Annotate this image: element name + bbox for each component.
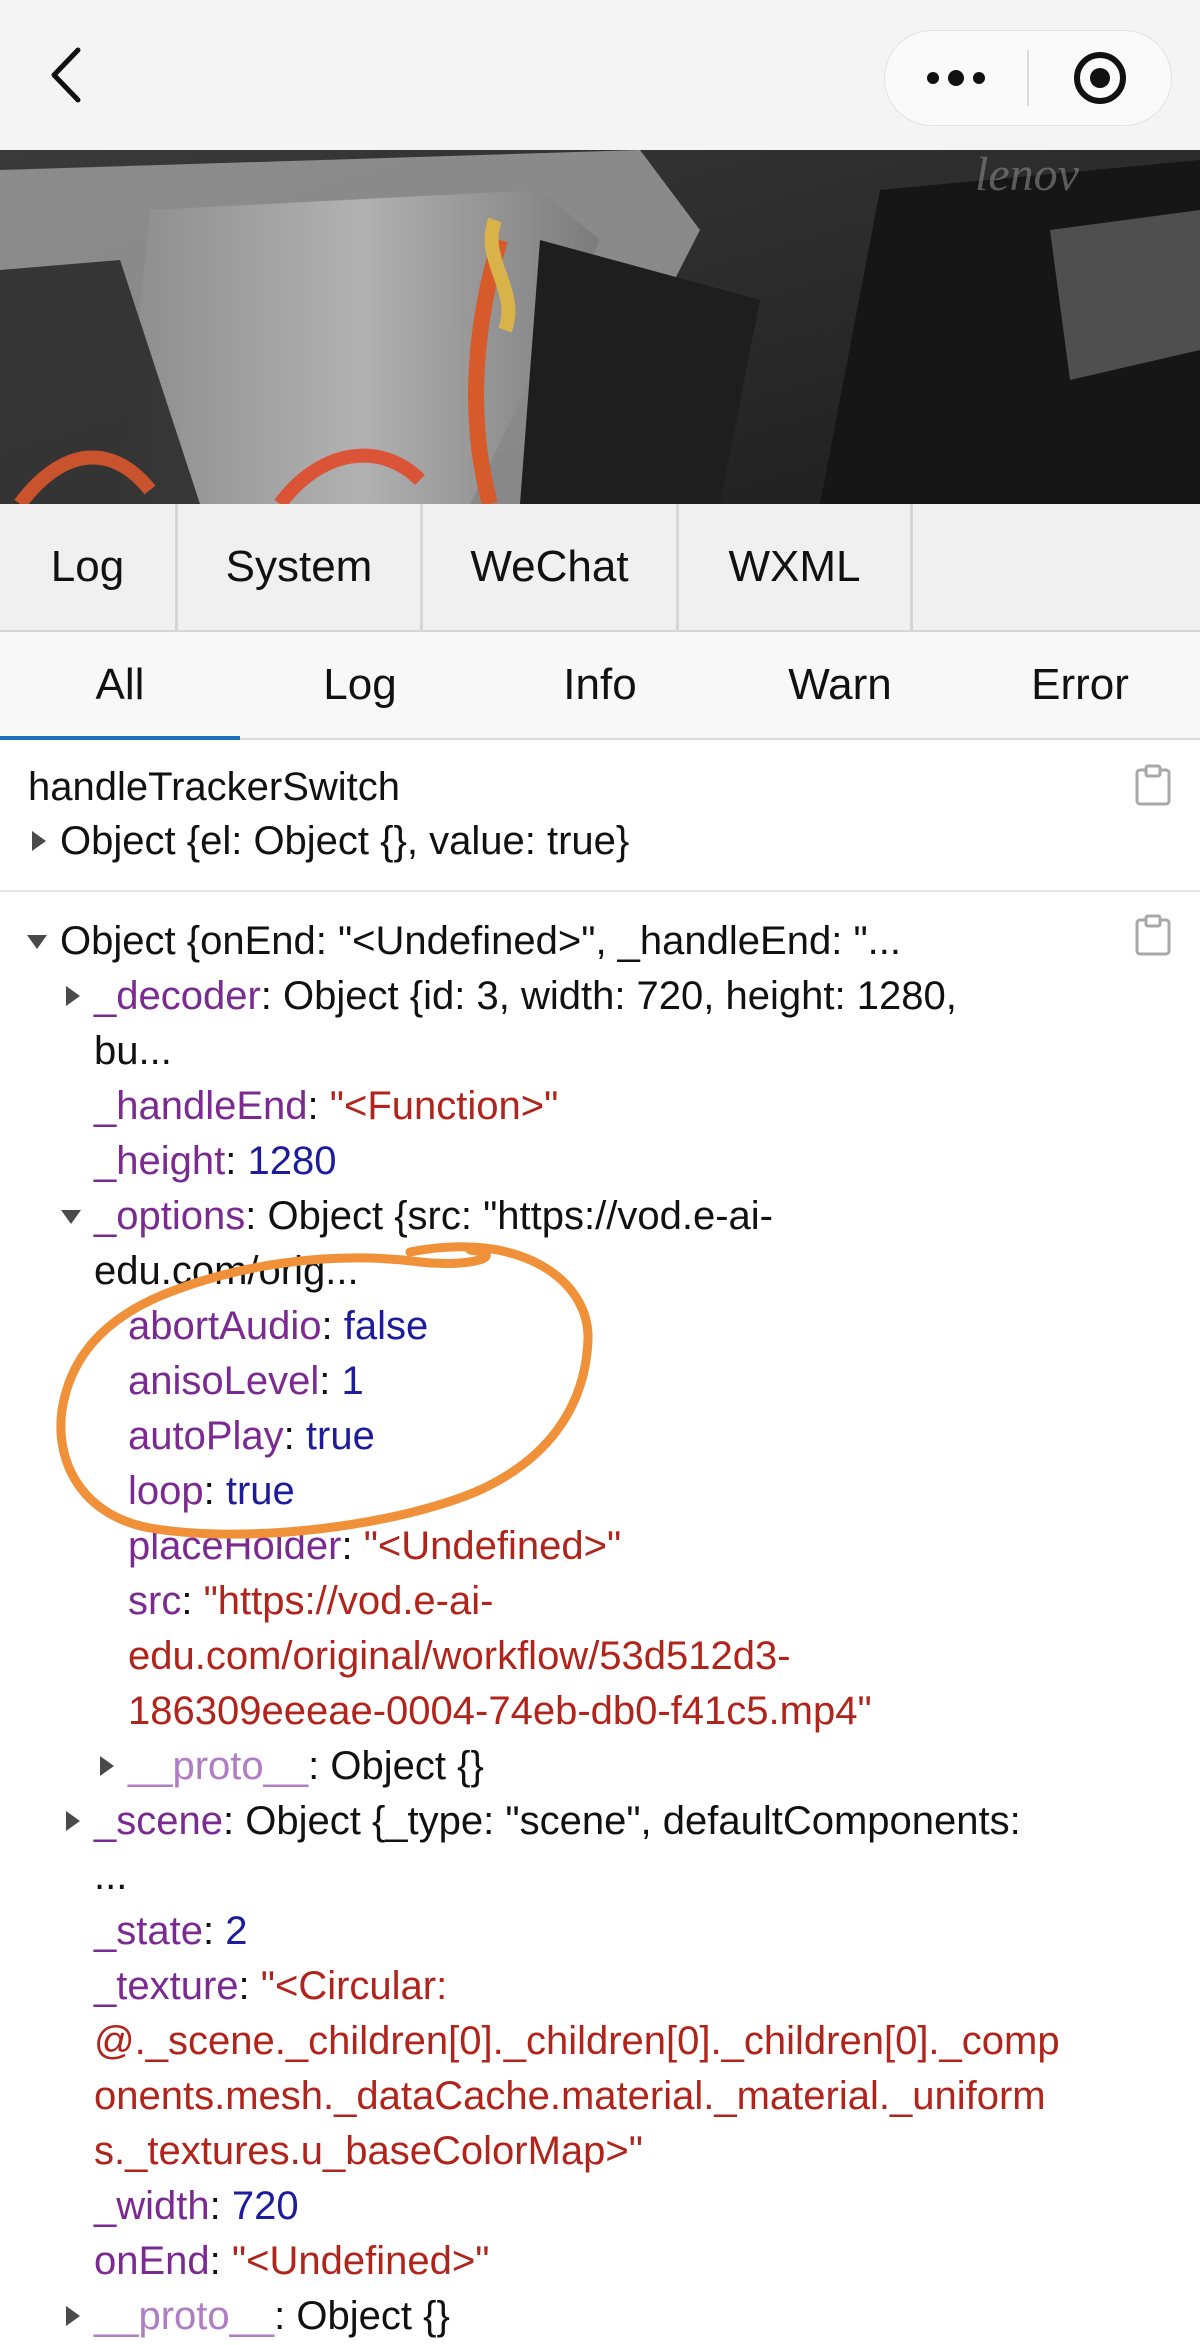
clipboard-icon[interactable] (1134, 914, 1172, 956)
property-value: 1280 (247, 1139, 337, 1183)
property-row: loop: true (128, 1469, 295, 1513)
property-value: "<Undefined>" (363, 1524, 622, 1568)
svg-text:lenov: lenov (975, 150, 1080, 201)
clipboard-icon[interactable] (1134, 764, 1172, 806)
menu-capsule (884, 30, 1172, 126)
object-summary[interactable]: Object {onEnd: "<Undefined>", _handleEnd… (60, 914, 901, 969)
property-value: false (343, 1304, 429, 1348)
property-key: src (128, 1579, 182, 1623)
property-key: _scene (94, 1799, 223, 1843)
property-value: Object {_type: "scene", defaultComponent… (245, 1799, 1021, 1843)
property-row: abortAudio: false (128, 1304, 429, 1348)
property-key: anisoLevel (128, 1359, 320, 1403)
property-key: _state (94, 1909, 203, 1953)
property-row: _texture: "<Circular: (94, 1964, 448, 2008)
more-button[interactable] (885, 31, 1027, 125)
property-value: "<Circular: (260, 1964, 448, 2008)
log-entry: handleTrackerSwitch Object {el: Object {… (0, 740, 1200, 892)
property-key: _decoder (94, 974, 261, 1018)
target-icon (1074, 52, 1126, 104)
log-message: handleTrackerSwitch (28, 765, 401, 809)
tab-log[interactable]: Log (0, 504, 178, 630)
filter-log[interactable]: Log (240, 632, 480, 738)
property-row: _width: 720 (94, 2184, 299, 2228)
property-key: _texture (94, 1964, 239, 2008)
expand-toggle-icon[interactable] (100, 1756, 114, 1776)
navigation-bar (0, 0, 1200, 150)
filter-all[interactable]: All (0, 632, 240, 740)
property-row: anisoLevel: 1 (128, 1359, 364, 1403)
property-key: loop (128, 1469, 204, 1513)
property-value-continued: edu.com/original/workflow/53d512d3- (128, 1634, 791, 1678)
filter-error[interactable]: Error (960, 632, 1200, 738)
tab-wechat[interactable]: WeChat (423, 504, 679, 630)
property-value: "<Undefined>" (231, 2239, 490, 2283)
property-value: true (225, 1469, 295, 1513)
property-key: _height (94, 1139, 226, 1183)
property-value: 2 (225, 1909, 248, 1953)
property-row: _height: 1280 (94, 1139, 337, 1183)
chevron-left-icon (51, 47, 81, 103)
property-value-continued: ... (94, 1854, 128, 1898)
property-row[interactable]: _scene: Object {_type: "scene", defaultC… (94, 1794, 1021, 1849)
property-value: 1 (341, 1359, 364, 1403)
expand-toggle-icon[interactable] (66, 1811, 80, 1831)
object-summary[interactable]: Object {el: Object {}, value: true} (60, 814, 629, 869)
filter-info[interactable]: Info (480, 632, 720, 738)
property-row: src: "https://vod.e-ai- (128, 1579, 494, 1623)
log-entry: Object {onEnd: "<Undefined>", _handleEnd… (0, 892, 1200, 2345)
expand-toggle-icon[interactable] (66, 986, 80, 1006)
property-value-continued: edu.com/orig... (94, 1249, 359, 1293)
log-filter-bar: All Log Info Warn Error (0, 632, 1200, 740)
property-row: placeHolder: "<Undefined>" (128, 1524, 622, 1568)
property-value-continued: bu... (94, 1029, 172, 1073)
property-value: Object {} (330, 1744, 484, 1788)
property-value-continued: s._textures.u_baseColorMap>" (94, 2129, 643, 2173)
property-key: autoPlay (128, 1414, 284, 1458)
tab-system[interactable]: System (178, 504, 423, 630)
collapse-toggle-icon[interactable] (27, 935, 47, 949)
property-row: onEnd: "<Undefined>" (94, 2239, 490, 2283)
property-row: autoPlay: true (128, 1414, 375, 1458)
close-miniprogram-button[interactable] (1029, 31, 1171, 125)
expand-toggle-icon[interactable] (32, 831, 46, 851)
camera-frame-image: lenov (0, 150, 1200, 504)
property-row[interactable]: _options: Object {src: "https://vod.e-ai… (94, 1189, 773, 1244)
property-key: placeHolder (128, 1524, 342, 1568)
property-key: _options (94, 1194, 246, 1238)
property-value: Object {id: 3, width: 720, height: 1280, (283, 974, 957, 1018)
property-value: Object {src: "https://vod.e-ai- (267, 1194, 773, 1238)
camera-preview: lenov (0, 150, 1200, 504)
property-row[interactable]: __proto__: Object {} (128, 1739, 484, 1794)
property-key: _width (94, 2184, 210, 2228)
filter-warn[interactable]: Warn (720, 632, 960, 738)
property-key: abortAudio (128, 1304, 322, 1348)
property-key: onEnd (94, 2239, 210, 2283)
property-value: true (305, 1414, 375, 1458)
property-row[interactable]: __proto__: Object {} (94, 2289, 450, 2344)
property-row[interactable]: _decoder: Object {id: 3, width: 720, hei… (94, 969, 957, 1024)
property-value-continued: 186309eeeae-0004-74eb-db0-f41c5.mp4" (128, 1689, 872, 1733)
property-value: "<Function>" (329, 1084, 559, 1128)
property-row: _handleEnd: "<Function>" (94, 1084, 559, 1128)
property-key: __proto__ (128, 1744, 309, 1788)
collapse-toggle-icon[interactable] (61, 1210, 81, 1224)
property-key: _handleEnd (94, 1084, 308, 1128)
property-value-continued: @._scene._children[0]._children[0]._chil… (94, 2019, 1060, 2063)
property-value: "https://vod.e-ai- (203, 1579, 494, 1623)
property-row: _state: 2 (94, 1909, 248, 1953)
property-key: __proto__ (94, 2294, 275, 2338)
expand-toggle-icon[interactable] (66, 2306, 80, 2326)
property-value: Object {} (296, 2294, 450, 2338)
back-button[interactable] (40, 42, 90, 108)
property-value-continued: onents.mesh._dataCache.material._materia… (94, 2074, 1046, 2118)
panel-tab-bar: Log System WeChat WXML (0, 504, 1200, 632)
property-value: 720 (231, 2184, 299, 2228)
more-dots-icon (927, 70, 985, 86)
tab-wxml[interactable]: WXML (679, 504, 913, 630)
